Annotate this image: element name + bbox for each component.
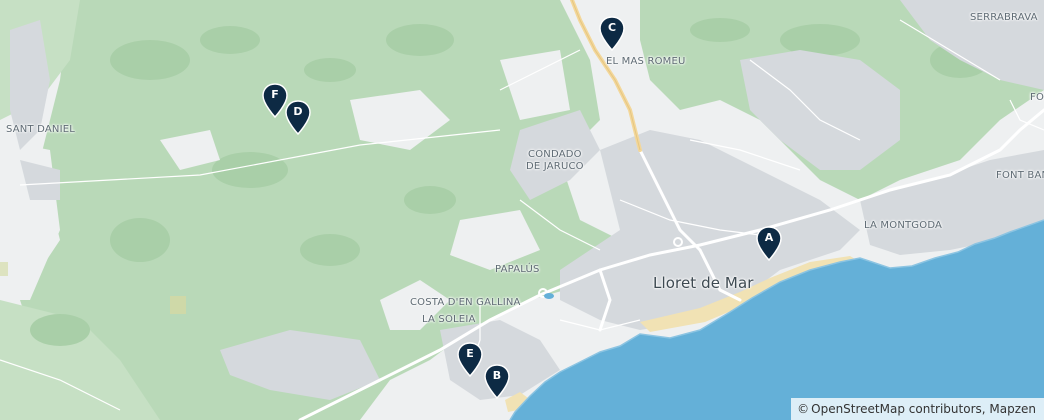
pond <box>544 293 554 299</box>
marker-letter: E <box>466 347 474 360</box>
label-costa-den-gallina: COSTA D'EN GALLINA <box>410 297 521 308</box>
map-base-layer <box>0 0 1044 420</box>
farmland-patch <box>170 296 186 314</box>
map-attribution[interactable]: © OpenStreetMap contributors, Mapzen <box>791 398 1044 420</box>
label-sant-daniel: SANT DANIEL <box>6 124 76 135</box>
label-condado-de-jaruco: CONDADO DE JARUCO <box>526 149 584 173</box>
map-marker-e[interactable]: E <box>456 342 484 378</box>
label-lloret-de-mar: Lloret de Mar <box>653 274 754 292</box>
copyright-symbol: © <box>797 402 810 416</box>
label-el-mas-romeu: EL MAS ROMEU <box>606 56 686 67</box>
label-serrabrava: SERRABRAVA <box>970 12 1038 23</box>
label-condado-line2: DE JARUCO <box>526 161 584 172</box>
label-la-montgoda: LA MONTGODA <box>864 220 943 231</box>
label-papalus: PAPALÚS <box>495 264 540 275</box>
label-font-ban: FONT BAN <box>996 170 1044 181</box>
map-marker-f[interactable]: F <box>261 83 289 119</box>
attribution-text[interactable]: OpenStreetMap contributors, Mapzen <box>811 402 1036 416</box>
farmland-patch <box>0 262 8 276</box>
map-marker-a[interactable]: A <box>755 226 783 262</box>
label-la-soleia: LA SOLEIA <box>422 314 476 325</box>
map-canvas[interactable]: EL MAS ROMEU SERRABRAVA FO SANT DANIEL C… <box>0 0 1044 420</box>
marker-letter: A <box>764 231 774 244</box>
marker-letter: B <box>492 369 502 382</box>
label-fo: FO <box>1030 92 1044 103</box>
label-condado-line1: CONDADO <box>528 149 582 160</box>
map-marker-c[interactable]: C <box>598 16 626 52</box>
marker-letter: F <box>271 88 279 101</box>
marker-letter: C <box>607 21 617 34</box>
map-marker-b[interactable]: B <box>483 364 511 400</box>
